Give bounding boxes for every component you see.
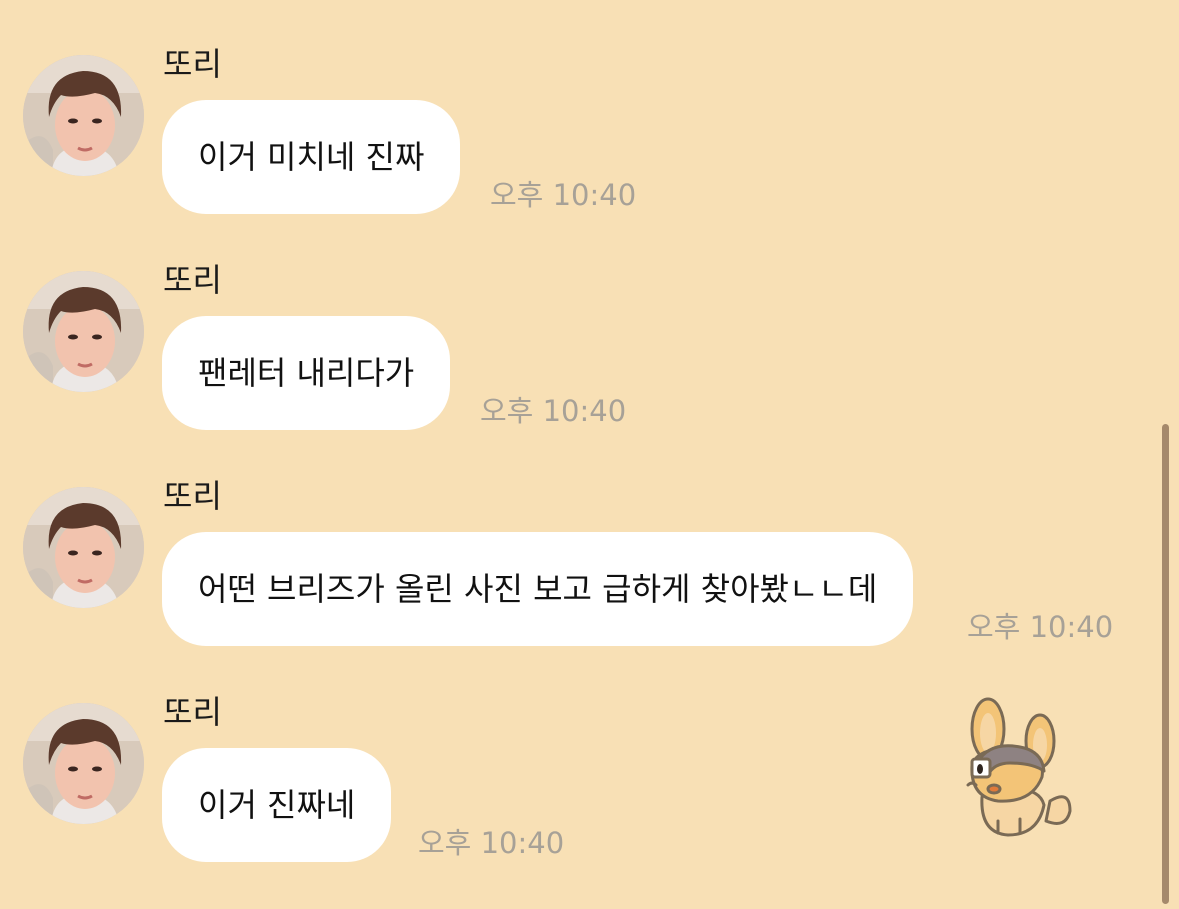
- message-timestamp: 오후 10:40: [967, 610, 1114, 644]
- profile-photo-icon: [23, 703, 144, 824]
- profile-photo-icon: [23, 55, 144, 176]
- sender-name: 또리: [163, 477, 222, 515]
- message-bubble[interactable]: 이거 미치네 진짜: [162, 100, 461, 214]
- profile-photo-icon: [23, 487, 144, 608]
- sender-name: 또리: [163, 261, 222, 299]
- scrollbar-thumb[interactable]: [1162, 424, 1169, 904]
- avatar[interactable]: [23, 55, 144, 176]
- sender-name: 또리: [163, 45, 222, 83]
- avatar[interactable]: [23, 271, 144, 392]
- avatar[interactable]: [23, 703, 144, 824]
- message-timestamp: 오후 10:40: [490, 178, 637, 212]
- message-timestamp: 오후 10:40: [480, 394, 627, 428]
- message-timestamp: 오후 10:40: [418, 826, 565, 860]
- message-row: 또리 어떤 브리즈가 올린 사진 보고 급하게 찾아봤ㄴㄴ데 오후 10:40: [0, 432, 1150, 648]
- profile-photo-icon: [23, 271, 144, 392]
- message-row: 또리 팬레터 내리다가 오후 10:40: [0, 216, 1150, 432]
- message-bubble[interactable]: 이거 진짜네: [162, 748, 392, 862]
- message-bubble[interactable]: 팬레터 내리다가: [162, 316, 451, 430]
- chat-thread[interactable]: 또리 이거 미치네 진짜 오후 10:40 또리 팬레터 내리다가 오후 10:…: [0, 0, 1179, 909]
- fox-sticker-icon[interactable]: [958, 693, 1080, 841]
- sender-name: 또리: [163, 693, 222, 731]
- message-bubble[interactable]: 어떤 브리즈가 올린 사진 보고 급하게 찾아봤ㄴㄴ데: [162, 532, 914, 646]
- avatar[interactable]: [23, 487, 144, 608]
- message-row: 또리 이거 미치네 진짜 오후 10:40: [0, 0, 1150, 216]
- fox-sticker-drawing: [966, 697, 1072, 837]
